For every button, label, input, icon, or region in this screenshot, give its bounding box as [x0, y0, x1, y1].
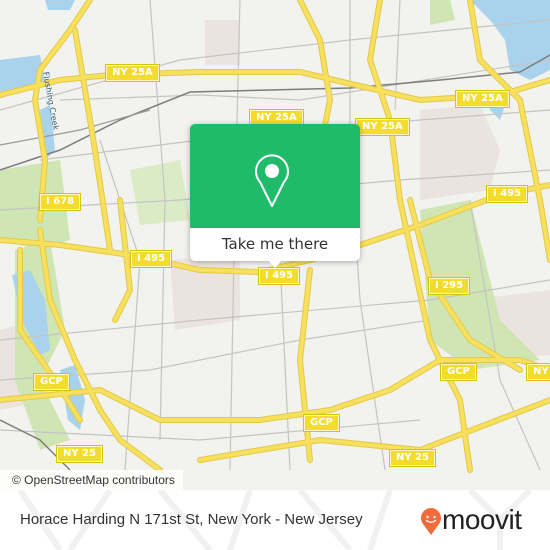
place-title: Horace Harding N 171st St, New York - Ne…: [20, 511, 363, 528]
water-body: [470, 0, 550, 80]
park-area: [430, 0, 455, 25]
railroad: [0, 109, 151, 146]
road-shield-ny: NY: [526, 363, 550, 381]
water-body: [45, 0, 75, 10]
road-shield-i295: I 295: [427, 277, 471, 295]
road-shield-i495: I 495: [257, 267, 301, 285]
moovit-wordmark: moovit: [442, 504, 522, 535]
footer-bar: Horace Harding N 171st St, New York - Ne…: [0, 490, 550, 550]
park-area: [130, 160, 190, 225]
road-shield-gcp: GCP: [33, 373, 70, 391]
road-shield-i495: I 495: [129, 250, 173, 268]
moovit-pin-icon: [421, 508, 441, 535]
urban-area: [205, 20, 240, 65]
road-shield-i678: I 678: [38, 193, 82, 211]
popup-header: [190, 124, 360, 228]
road-shield-ny25: NY 25: [55, 445, 104, 463]
road-shield-gcp: GCP: [303, 414, 340, 432]
take-me-there-button[interactable]: Take me there: [190, 228, 360, 261]
location-pin-icon: [255, 154, 289, 207]
road-shield-gcp: GCP: [440, 363, 477, 381]
road-shield-ny25: NY 25: [388, 449, 437, 467]
road-shield-ny25a: NY 25A: [455, 90, 510, 108]
popup-pointer: [267, 259, 283, 268]
road-shield-ny25a: NY 25A: [355, 118, 410, 136]
destination-popup[interactable]: Take me there: [190, 124, 360, 268]
road-shield-ny25a: NY 25A: [105, 64, 160, 82]
road-shield-i495: I 495: [485, 185, 529, 203]
map[interactable]: Flushing Creek NY 25A NY 25A NY 25A NY 2…: [0, 0, 550, 490]
map-attribution[interactable]: © OpenStreetMap contributors: [0, 470, 183, 490]
